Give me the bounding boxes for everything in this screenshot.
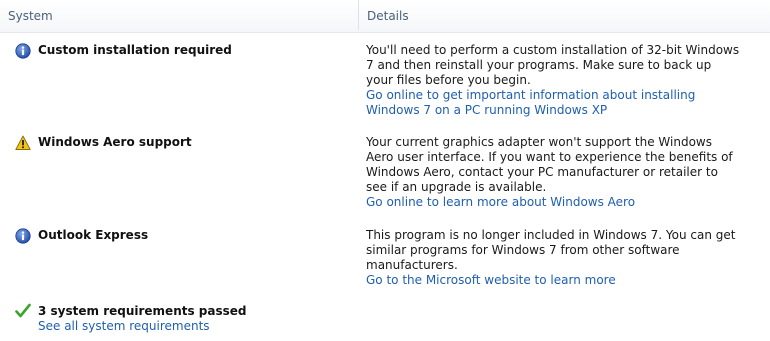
issue-details: You'll need to perform a custom installa… <box>366 43 741 118</box>
see-all-requirements-link[interactable]: See all system requirements <box>38 319 210 333</box>
issue-title: Windows Aero support <box>38 135 192 149</box>
issue-details: This program is no longer included in Wi… <box>366 228 741 288</box>
issue-description: You'll need to perform a custom installa… <box>366 43 740 87</box>
issue-description: Your current graphics adapter won't supp… <box>366 135 733 194</box>
warning-icon <box>15 135 31 150</box>
issue-description: This program is no longer included in Wi… <box>366 228 736 272</box>
issue-title: Outlook Express <box>38 228 149 242</box>
info-icon <box>15 43 31 59</box>
info-link[interactable]: Go online to get important information a… <box>366 88 741 118</box>
column-divider[interactable] <box>358 0 359 30</box>
info-link[interactable]: Go online to learn more about Windows Ae… <box>366 195 741 210</box>
info-icon <box>15 228 31 244</box>
column-header-system[interactable]: System <box>8 9 53 23</box>
info-link[interactable]: Go to the Microsoft website to learn mor… <box>366 273 741 288</box>
passed-title: 3 system requirements passed <box>38 304 247 318</box>
column-header-details[interactable]: Details <box>367 9 409 23</box>
issue-details: Your current graphics adapter won't supp… <box>366 135 741 210</box>
issue-title: Custom installation required <box>38 43 232 57</box>
checkmark-icon <box>15 303 31 318</box>
column-header-bar: System Details <box>0 0 770 33</box>
